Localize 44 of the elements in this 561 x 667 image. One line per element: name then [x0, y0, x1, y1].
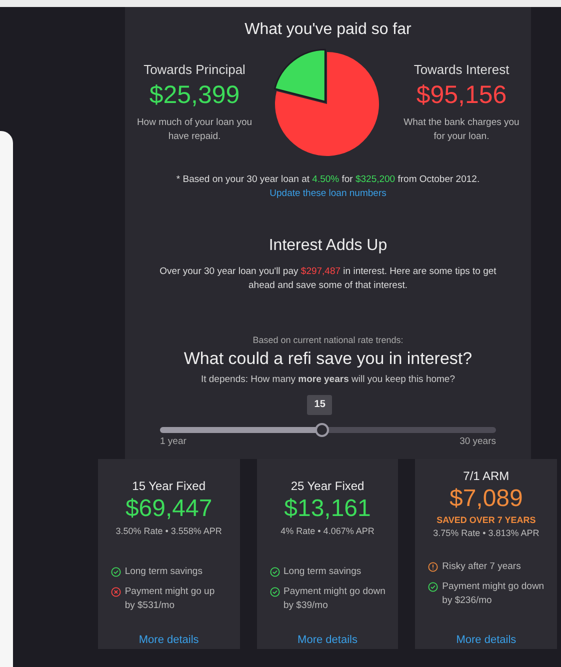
- savings-amount: $7,089: [449, 485, 523, 513]
- check-circle-icon: [110, 567, 121, 577]
- check-circle-icon: [270, 587, 280, 597]
- feature-text: Payment might go down by $236/mo: [442, 580, 544, 608]
- interest-text: Over your 30 year loan you'll pay $297,487 in interest. Here are some tips to get ahead and save some of that interest.: [158, 265, 498, 293]
- card-title: 7/1 ARM: [463, 469, 510, 483]
- savings-amount: $13,161: [284, 495, 371, 523]
- principal-description: How much of your loan you have repaid.: [136, 116, 254, 144]
- more-details-link[interactable]: More details: [298, 633, 358, 647]
- years-question: It depends: How many more years will you keep this home?: [200, 373, 455, 387]
- interest-label: Towards Interest: [414, 62, 510, 77]
- refi-question: What could a refi save you in interest?: [184, 349, 472, 369]
- principal-label: Towards Principal: [144, 62, 246, 77]
- rate-text: 3.75% Rate • 3.813% APR: [433, 528, 540, 538]
- loan-note: * Based on your 30 year loan at 4.50% for $325,200 from October 2012.: [176, 173, 480, 187]
- update-loan-link[interactable]: Update these loan numbers: [270, 187, 386, 201]
- check-circle-icon: [270, 567, 280, 577]
- exclamation-circle-icon: [428, 562, 438, 572]
- section-title: Interest Adds Up: [268, 237, 388, 255]
- more-details-link[interactable]: More details: [456, 633, 516, 647]
- rate-text: 3.50% Rate • 3.558% APR: [116, 526, 222, 536]
- kicker-text: Based on current national rate trends:: [252, 334, 404, 347]
- more-details-link[interactable]: More details: [138, 633, 199, 647]
- x-circle-icon: [110, 587, 121, 597]
- feature-text: Risky after 7 years: [442, 560, 521, 574]
- interest-description: What the bank charges you for your loan.: [402, 116, 520, 144]
- feature-text: Payment might go up by $531/mo: [124, 585, 216, 613]
- slider-max-label: 30 years: [460, 436, 496, 447]
- feature-text: Payment might go down by $39/mo: [284, 585, 386, 613]
- slider-thumb[interactable]: [315, 423, 330, 437]
- savings-period: SAVED OVER 7 YEARS: [436, 515, 536, 525]
- feature-text: Long term savings: [124, 565, 202, 579]
- section-title: What you've paid so far: [244, 21, 412, 39]
- slider-min-label: 1 year: [160, 436, 186, 447]
- card-title: 25 Year Fixed: [290, 479, 364, 493]
- slider-value-tooltip: 15: [307, 395, 332, 415]
- rate-text: 4% Rate • 4.067% APR: [280, 526, 374, 536]
- principal-slice: [274, 48, 326, 102]
- feature-text: Long term savings: [284, 565, 362, 579]
- card-title: 15 Year Fixed: [132, 479, 206, 493]
- interest-amount: $95,156: [416, 81, 507, 110]
- check-circle-icon: [428, 582, 438, 592]
- principal-amount: $25,399: [149, 81, 240, 110]
- savings-amount: $69,447: [125, 495, 212, 523]
